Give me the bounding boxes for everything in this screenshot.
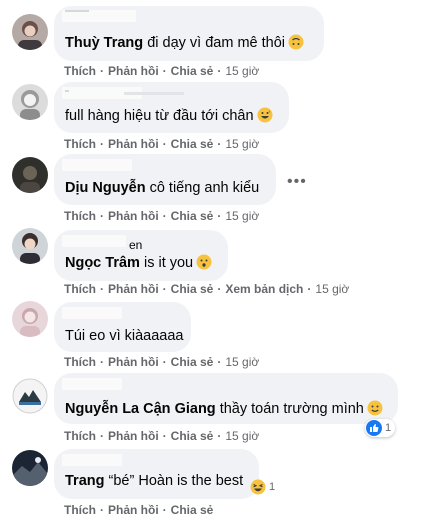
reaction-count: 1 — [385, 422, 392, 434]
redacted-name — [62, 235, 126, 247]
timestamp[interactable]: 15 giờ — [225, 429, 259, 443]
share-button[interactable]: Chia sẻ — [171, 282, 214, 296]
like-button[interactable]: Thích — [64, 503, 96, 517]
comment-bubble: Dịu Nguyễn cô tiếng anh kiểu — [54, 154, 276, 205]
like-button[interactable]: Thích — [64, 64, 96, 78]
more-options-icon[interactable]: ••• — [287, 174, 307, 190]
comment-text: is it you — [143, 255, 194, 271]
redacted-name — [62, 307, 122, 319]
redacted-name — [62, 159, 132, 171]
reaction-count: 1 — [269, 481, 276, 493]
like-icon — [366, 420, 382, 436]
redacted-name — [65, 90, 69, 92]
avatar[interactable] — [12, 450, 48, 486]
like-button[interactable]: Thích — [64, 137, 96, 151]
translate-button[interactable]: Xem bản dịch — [225, 282, 303, 296]
grinning-sweat-emoji — [257, 107, 273, 123]
reply-button[interactable]: Phản hồi — [108, 503, 159, 517]
comment-bubble: Trang “bé” Hoàn is the best — [54, 449, 259, 499]
comment-text: Hoàn is the best — [138, 473, 244, 489]
reply-button[interactable]: Phản hồi — [108, 282, 159, 296]
commenter-name[interactable]: Ngọc Trâm — [65, 255, 140, 271]
commenter-name[interactable]: Trang — [65, 473, 104, 489]
comment-actions: Thích · Phản hồi · Chia sẻ · 15 giờ — [64, 64, 260, 78]
commenter-name[interactable]: Dịu Nguyễn — [65, 180, 146, 196]
comment-bubble: Thuỳ Trang đi dạy vì đam mê thôi — [54, 6, 324, 61]
like-button[interactable]: Thích — [64, 355, 96, 369]
comment-text: full hàng hiệu từ đầu tới chân — [65, 108, 254, 124]
reply-button[interactable]: Phản hồi — [108, 209, 159, 223]
redacted-name — [124, 92, 184, 95]
share-button[interactable]: Chia sẻ — [171, 503, 214, 517]
slightly-smiling-face-emoji — [367, 400, 383, 416]
hushed-face-emoji — [196, 254, 212, 270]
comment-actions: Thích · Phản hồi · Chia sẻ · 15 giờ — [64, 355, 260, 369]
comment-actions: Thích · Phản hồi · Chia sẻ · Xem bản dịch · 15 g… — [64, 282, 350, 296]
comment-actions: Thích · Phản hồi · Chia sẻ · 15 giờ — [64, 209, 260, 223]
avatar[interactable] — [12, 84, 48, 120]
reply-button[interactable]: Phản hồi — [108, 429, 159, 443]
comment-bubble: Nguyễn La Cận Giang thầy toán trường mìn… — [54, 373, 398, 424]
timestamp[interactable]: 15 giờ — [315, 282, 349, 296]
avatar[interactable] — [12, 14, 48, 50]
redacted-name — [62, 454, 122, 466]
comment-text: thầy toán trường mình — [219, 401, 364, 417]
reaction-summary[interactable]: 1 — [365, 419, 396, 437]
reaction-summary[interactable]: 1 — [249, 478, 279, 496]
avatar[interactable] — [12, 228, 48, 264]
avatar[interactable] — [12, 301, 48, 337]
laughing-face-icon — [250, 479, 266, 495]
share-button[interactable]: Chia sẻ — [171, 429, 214, 443]
share-button[interactable]: Chia sẻ — [171, 137, 214, 151]
comment-bubble: en Ngọc Trâm is it you — [54, 230, 228, 281]
comment-actions: Thích · Phản hồi · Chia sẻ · 15 giờ — [64, 429, 260, 443]
commenter-name[interactable]: Nguyễn La Cận Giang — [65, 401, 216, 417]
comment-actions: Thích · Phản hồi · Chia sẻ · 15 giờ — [64, 137, 260, 151]
like-button[interactable]: Thích — [64, 282, 96, 296]
upside-down-face-emoji — [288, 34, 304, 50]
reply-button[interactable]: Phản hồi — [108, 137, 159, 151]
reply-button[interactable]: Phản hồi — [108, 355, 159, 369]
commenter-name[interactable]: Thuỳ Trang — [65, 35, 143, 51]
comment-bubble: full hàng hiệu từ đầu tới chân — [54, 82, 289, 133]
partial-name: en — [129, 238, 143, 252]
timestamp[interactable]: 15 giờ — [225, 137, 259, 151]
redacted-name — [62, 378, 122, 390]
commenter-nickname: “bé” — [108, 473, 135, 489]
avatar[interactable] — [12, 378, 48, 414]
timestamp[interactable]: 15 giờ — [225, 355, 259, 369]
comment-actions: Thích · Phản hồi · Chia sẻ — [64, 503, 214, 517]
comment-bubble: Túi eo vì kiàaaaaa — [54, 302, 191, 352]
comment-text: cô tiếng anh kiểu — [149, 180, 260, 196]
share-button[interactable]: Chia sẻ — [171, 355, 214, 369]
timestamp[interactable]: 15 giờ — [225, 64, 259, 78]
avatar[interactable] — [12, 157, 48, 193]
share-button[interactable]: Chia sẻ — [171, 64, 214, 78]
comment-text: Túi eo vì kiàaaaaa — [65, 328, 184, 344]
redacted-name — [65, 10, 89, 12]
timestamp[interactable]: 15 giờ — [225, 209, 259, 223]
comment-text: đi dạy vì đam mê thôi — [147, 35, 286, 51]
reply-button[interactable]: Phản hồi — [108, 64, 159, 78]
share-button[interactable]: Chia sẻ — [171, 209, 214, 223]
like-button[interactable]: Thích — [64, 429, 96, 443]
like-button[interactable]: Thích — [64, 209, 96, 223]
